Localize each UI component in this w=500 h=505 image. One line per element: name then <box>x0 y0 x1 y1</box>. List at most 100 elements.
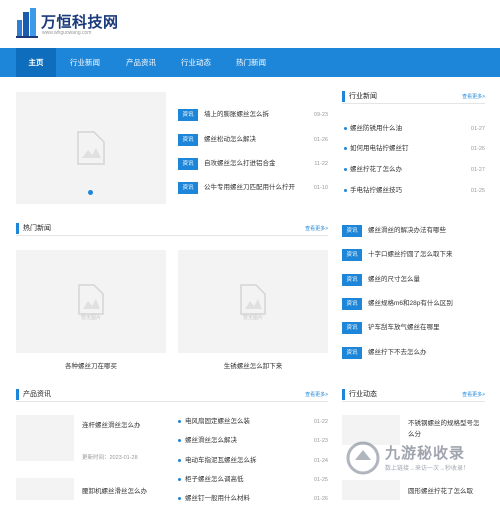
building-logo-icon <box>16 8 38 38</box>
bullet-icon <box>178 439 181 442</box>
section-title: 产品资讯 <box>23 391 51 398</box>
more-link[interactable]: 查看更多> <box>462 92 485 102</box>
more-link[interactable]: 查看更多> <box>305 390 328 400</box>
product-list-item[interactable]: 柜子螺丝怎么调高低 01-25 <box>178 474 328 486</box>
section-accent-bar <box>342 91 345 102</box>
site-header: 万恒科技网 www.whguowang.com <box>0 0 500 48</box>
watermark: 九游秘收录 数上链接→来访一次→秒收录！ <box>345 440 485 480</box>
news-tag: 资讯 <box>178 158 198 170</box>
item-title: 螺丝滑丝怎么解决 <box>185 437 237 444</box>
industry-news-link[interactable]: 手电钻拧螺丝技巧 01-25 <box>342 185 485 197</box>
bullet-icon <box>344 147 347 150</box>
product-news-header: 产品资讯 查看更多> <box>16 388 328 402</box>
site-logo[interactable]: 万恒科技网 www.whguowang.com <box>16 6 126 40</box>
top-news-item[interactable]: 资讯 自攻螺丝怎么打进铝合金 11-22 <box>178 157 328 171</box>
section-accent-bar <box>342 389 345 400</box>
product-thumbnail[interactable] <box>16 415 74 461</box>
industry-dynamics-header: 行业动态 查看更多> <box>342 388 485 402</box>
dynamics-title[interactable]: 圆形螺丝拧花了怎么取 <box>408 485 473 495</box>
product-title[interactable]: 连杆螺丝滑丝怎么办 <box>82 419 141 429</box>
placeholder-label: 暂无图片 <box>80 315 101 321</box>
item-date: 01-22 <box>313 419 328 425</box>
bullet-icon <box>344 168 347 171</box>
dynamics-title[interactable]: 不锈钢螺丝的规格型号怎么分 <box>408 418 485 440</box>
link-date: 01-26 <box>470 146 485 152</box>
hot-news-caption[interactable]: 生锈螺丝怎么卸下来 <box>178 360 328 370</box>
news-date: 11-22 <box>314 161 328 167</box>
product-list-item[interactable]: 电风扇固定螺丝怎么装 01-22 <box>178 416 328 428</box>
placeholder-label: 暂无图片 <box>242 315 263 321</box>
item-title: 柜子螺丝怎么调高低 <box>185 476 244 483</box>
item-title: 电风扇固定螺丝怎么装 <box>185 418 250 425</box>
dynamics-thumbnail[interactable] <box>342 480 400 500</box>
industry-news-tagged-item[interactable]: 资讯 螺丝拧下不去怎么办 <box>342 346 485 360</box>
nav-item-hot-news[interactable]: 热门新闻 <box>226 48 276 77</box>
nav-item-home[interactable]: 主页 <box>16 48 56 77</box>
news-tag: 资讯 <box>342 322 362 334</box>
news-title: 螺丝滑丝的解决办法有哪些 <box>368 227 446 234</box>
top-news-item[interactable]: 资讯 墙上的膨胀螺丝怎么拆 09-23 <box>178 108 328 122</box>
link-title: 如何用电钻拧螺丝钉 <box>350 145 409 152</box>
news-title: 螺丝拧下不去怎么办 <box>368 349 427 356</box>
industry-news-tagged-item[interactable]: 资讯 十字口螺丝拧圆了怎么取下来 <box>342 248 485 262</box>
product-thumbnail[interactable] <box>16 478 74 500</box>
image-placeholder-icon <box>77 131 105 165</box>
product-date: 更新时间：2023-01-28 <box>82 455 138 461</box>
site-name: 万恒科技网 <box>41 15 119 31</box>
item-date: 01-26 <box>313 496 328 502</box>
site-url: www.whguowang.com <box>42 30 92 36</box>
news-tag: 资讯 <box>178 134 198 146</box>
industry-news-link[interactable]: 如何用电钻拧螺丝钉 01-26 <box>342 143 485 155</box>
section-title: 热门新闻 <box>23 225 51 232</box>
news-title: 螺丝的尺寸怎么量 <box>368 276 420 283</box>
item-date: 01-25 <box>313 477 328 483</box>
section-accent-bar <box>16 389 19 400</box>
link-title: 手电钻拧螺丝技巧 <box>350 187 402 194</box>
industry-news-link[interactable]: 螺丝拧花了怎么办 01-27 <box>342 164 485 176</box>
nav-item-product-news[interactable]: 产品资讯 <box>116 48 166 77</box>
industry-news-tagged-item[interactable]: 资讯 铲车刮车放气螺丝在哪里 <box>342 321 485 335</box>
link-title: 螺丝防锈用什么油 <box>350 125 402 132</box>
featured-slider[interactable] <box>16 92 166 204</box>
industry-news-tagged-item[interactable]: 资讯 螺丝滑丝的解决办法有哪些 <box>342 224 485 238</box>
nav-item-industry-dynamics[interactable]: 行业动态 <box>171 48 221 77</box>
industry-news-tagged-item[interactable]: 资讯 螺丝规格m6和28p有什么区别 <box>342 297 485 311</box>
hot-news-thumbnail[interactable]: 暂无图片 <box>16 250 166 353</box>
hot-news-header: 热门新闻 查看更多> <box>16 222 328 236</box>
news-title: 公牛专用螺丝刀匹配用什么拧开 <box>204 184 295 191</box>
link-date: 01-25 <box>470 188 485 194</box>
product-list-item[interactable]: 螺丝钉一般用什么材料 01-26 <box>178 493 328 505</box>
news-tag: 资讯 <box>342 274 362 286</box>
industry-news-header: 行业新闻 查看更多> <box>342 90 485 104</box>
bullet-icon <box>178 459 181 462</box>
product-list-item[interactable]: 电动车指泥瓦螺丝怎么拆 01-24 <box>178 455 328 467</box>
news-title: 墙上的膨胀螺丝怎么拆 <box>204 111 269 118</box>
watermark-logo-icon <box>346 441 380 475</box>
news-title: 自攻螺丝怎么打进铝合金 <box>204 160 276 167</box>
item-title: 螺丝钉一般用什么材料 <box>185 495 250 502</box>
watermark-subtext: 数上链接→来访一次→秒收录！ <box>385 466 470 472</box>
industry-news-tagged-item[interactable]: 资讯 螺丝的尺寸怎么量 <box>342 273 485 287</box>
main-nav: 主页 行业新闻 产品资讯 行业动态 热门新闻 <box>0 48 500 77</box>
item-date: 01-24 <box>313 458 328 464</box>
top-news-item[interactable]: 资讯 螺丝松动怎么解决 01-26 <box>178 133 328 147</box>
product-title[interactable]: 腰卸机螺丝滑丝怎么办 <box>82 485 147 495</box>
hot-news-caption[interactable]: 各种螺丝刀在哪买 <box>16 360 166 370</box>
item-title: 电动车指泥瓦螺丝怎么拆 <box>185 457 257 464</box>
product-list-item[interactable]: 螺丝滑丝怎么解决 01-23 <box>178 435 328 447</box>
section-title: 行业动态 <box>349 391 377 398</box>
bullet-icon <box>344 127 347 130</box>
link-date: 01-27 <box>470 126 485 132</box>
top-news-item[interactable]: 资讯 公牛专用螺丝刀匹配用什么拧开 01-10 <box>178 181 328 195</box>
nav-item-industry-news[interactable]: 行业新闻 <box>60 48 110 77</box>
more-link[interactable]: 查看更多> <box>462 390 485 400</box>
news-date: 01-10 <box>313 185 328 191</box>
hot-news-thumbnail[interactable]: 暂无图片 <box>178 250 328 353</box>
news-tag: 资讯 <box>342 249 362 261</box>
slider-indicator-dot[interactable] <box>88 190 93 195</box>
bullet-icon <box>178 478 181 481</box>
section-accent-bar <box>16 223 19 234</box>
industry-news-link[interactable]: 螺丝防锈用什么油 01-27 <box>342 123 485 135</box>
news-title: 十字口螺丝拧圆了怎么取下来 <box>368 251 453 258</box>
more-link[interactable]: 查看更多> <box>305 224 328 234</box>
